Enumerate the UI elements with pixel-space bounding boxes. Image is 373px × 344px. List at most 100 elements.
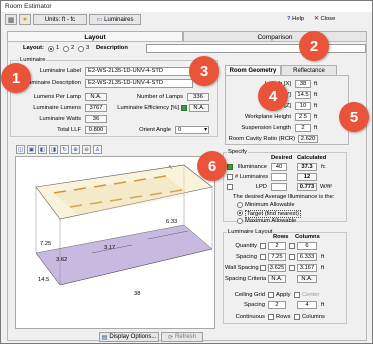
grid-spacing-y-input[interactable]: 4 [297,301,317,309]
dim-wall-rows: 3.62 [56,257,68,263]
lpd-desired-input[interactable] [271,183,287,191]
criteria-cols-field: N.A. [297,275,317,283]
wall-rows-checkbox[interactable] [260,265,266,271]
callout-badge-3: 3 [189,56,219,86]
luminaire-description-field[interactable]: E2-WS-2L35-1D-UNV-4-STD [85,79,193,88]
view-front-icon[interactable]: ◧ [38,145,47,154]
close-icon: ✕ [314,16,319,22]
units-button[interactable]: Units: ft - fc [33,14,87,25]
apply-checkbox[interactable] [268,292,274,298]
room-3d-view[interactable]: 38 14.5 10 6.33 7.25 3.17 3.62 ↖ [15,156,215,329]
quantity-cols-checkbox[interactable] [289,243,295,249]
luminaire-icon: ▭ [96,17,103,23]
callout-badge-2: 2 [299,31,329,61]
view-side-icon[interactable]: ◨ [49,145,58,154]
cursor-icon: ↖ [168,165,173,171]
criteria-rows-field: N.A. [268,275,286,283]
illuminance-checkbox[interactable] [227,164,233,170]
zoom-in-icon[interactable]: ⊕ [71,145,80,154]
description-input[interactable] [146,44,366,53]
center-checkbox[interactable] [294,292,300,298]
callout-badge-5: 5 [339,102,369,132]
chevron-down-icon: ▾ [204,127,207,133]
height-input[interactable]: 10 [295,102,311,110]
luminaires-button[interactable]: ▭ Luminaires [89,14,141,25]
lightbulb-icon: ● [22,16,28,23]
option-target[interactable] [237,210,243,216]
person-icon[interactable]: ♙ [93,145,102,154]
tab-room-geometry[interactable]: Room Geometry [225,65,281,75]
callout-badge-6: 6 [197,151,227,181]
continuous-rows-checkbox[interactable] [268,314,274,320]
dim-spacing-cols: 6.33 [166,219,178,225]
luminaire-label-field[interactable]: E2-WS-2L35-1D-UNV-4-STD [85,67,193,76]
luminaires-calculated-field: 12 [297,173,317,181]
lumens-per-lamp-field: N.A. [85,93,107,101]
lpd-checkbox[interactable] [227,184,233,190]
layout-option-3[interactable] [78,46,84,52]
luminaire-lumens-field: 3767 [85,104,107,112]
luminaires-checkbox[interactable] [227,174,233,180]
workplane-height-input[interactable]: 2.5 [295,113,311,121]
tab-layout[interactable]: Layout [7,31,183,41]
wall-cols-input[interactable]: 3.167 [297,264,317,272]
option-minimum[interactable] [237,202,243,208]
total-llf-field: 0.800 [85,126,107,134]
zoom-out-icon[interactable]: ⊖ [82,145,91,154]
quantity-rows-input[interactable]: 2 [268,242,286,250]
number-of-lamps-field: 336 [187,93,209,101]
dim-wall-cols: 3.17 [104,245,116,251]
window-title: Room Estimator [5,3,52,10]
suspension-length-input[interactable]: 2 [295,124,311,132]
layout-option-1[interactable] [48,46,54,52]
view-iso-icon[interactable]: ◫ [16,145,25,154]
dim-length: 38 [134,291,141,297]
callout-badge-1: 1 [1,63,31,93]
quantity-cols-input[interactable]: 6 [297,242,317,250]
efficiency-field: N.A. [189,104,209,112]
dim-spacing-rows: 7.25 [40,241,52,247]
layout-label: Layout: [23,45,44,51]
spacing-rows-input[interactable]: 7.25 [268,253,286,261]
grid-icon: ▦ [7,16,15,24]
wall-cols-checkbox[interactable] [289,265,295,271]
width-input[interactable]: 14.5 [295,91,311,99]
grid-spacing-x-input[interactable]: 2 [268,301,286,309]
settings-button[interactable]: ▦ [5,14,17,25]
question-icon: ? [287,16,291,22]
callout-badge-4: 4 [258,81,288,111]
display-options-button[interactable]: ▤ Display Options... [99,332,159,342]
refresh-icon: ⟳ [167,334,173,341]
lightbulb-button[interactable]: ● [19,14,31,25]
spacing-rows-checkbox[interactable] [260,254,266,260]
wall-rows-input[interactable]: 3.625 [268,264,286,272]
refresh-button[interactable]: ⟳ Refresh [161,332,203,342]
rcr-field: 2.620 [298,135,318,143]
room-estimator-window: Room Estimator ▦ ● Units: ft - fc ▭ Lumi… [0,0,373,344]
spacing-cols-input[interactable]: 6.333 [297,253,317,261]
luminaire-watts-field: 36 [85,115,107,123]
illuminance-calculated-field: 37.3 [297,163,317,171]
quantity-rows-checkbox[interactable] [260,243,266,249]
tab-comparison[interactable]: Comparison [183,31,367,41]
continuous-cols-checkbox[interactable] [294,314,300,320]
efficiency-checkbox[interactable] [181,105,187,111]
option-maximum[interactable] [237,218,243,224]
layout-option-2[interactable] [63,46,69,52]
description-label: Description [96,45,128,51]
floor-plane [35,224,213,286]
help-button[interactable]: ? Help [287,16,304,22]
view-top-icon[interactable]: ▣ [27,145,36,154]
luminaires-desired-input[interactable] [271,173,287,181]
length-input[interactable]: 38 [295,80,311,88]
display-icon: ▤ [101,334,108,341]
title-bar: Room Estimator [1,1,372,12]
close-button[interactable]: ✕ Close [314,16,335,22]
dim-width: 14.5 [38,277,50,283]
orient-angle-select[interactable]: 0 ▾ [175,126,209,134]
illuminance-desired-input[interactable]: 40 [271,163,287,171]
tab-reflectance[interactable]: Reflectance [281,65,337,75]
rotate-icon[interactable]: ↻ [60,145,69,154]
lpd-calculated-field: 0.773 [297,183,317,191]
spacing-cols-checkbox[interactable] [289,254,295,260]
